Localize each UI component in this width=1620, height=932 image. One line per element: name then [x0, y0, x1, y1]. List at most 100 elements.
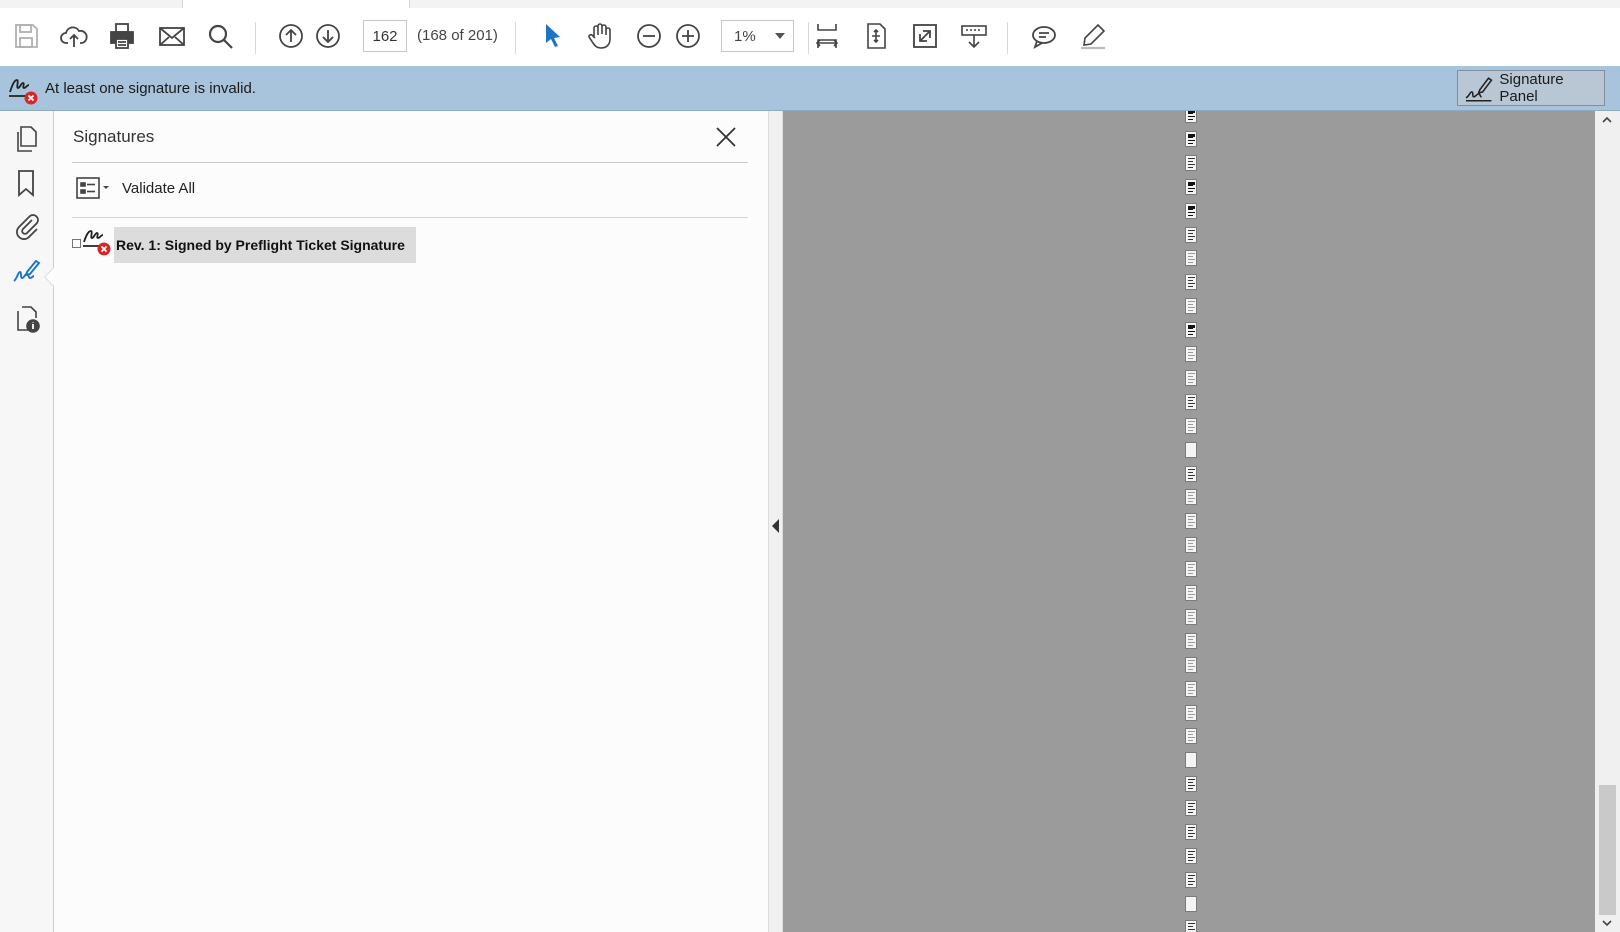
- page-thumbnail: [1185, 680, 1197, 697]
- full-screen-button[interactable]: [904, 16, 946, 56]
- cloud-upload-icon: [60, 26, 88, 47]
- page-count-label: (168 of 201): [417, 27, 498, 44]
- options-menu-icon[interactable]: [74, 174, 114, 204]
- select-cursor-icon: [546, 24, 560, 47]
- comment-icon: [1032, 26, 1056, 49]
- email-button[interactable]: [151, 16, 193, 56]
- navigation-rail: [0, 111, 54, 932]
- page-thumbnail: [1185, 776, 1197, 793]
- signature-panel-button[interactable]: Signature Panel: [1457, 70, 1605, 106]
- vertical-scrollbar[interactable]: [1595, 111, 1620, 932]
- signature-revision-label: Rev. 1: Signed by Preflight Ticket Signa…: [116, 237, 405, 253]
- page-thumbnail: [1185, 274, 1197, 291]
- print-icon: [110, 23, 134, 49]
- comment-button[interactable]: [1023, 16, 1065, 56]
- print-button[interactable]: [101, 16, 143, 56]
- validate-all-button[interactable]: Validate All: [122, 180, 195, 197]
- invalid-signature-icon: [83, 230, 111, 256]
- page-thumbnail: [1185, 608, 1197, 625]
- page-thumbnail: [1185, 871, 1197, 888]
- signatures-panel: Signatures Validate All Rev. 1: Signed b…: [54, 111, 768, 932]
- page-thumbnail: [1185, 369, 1197, 386]
- find-button[interactable]: [199, 16, 241, 56]
- search-icon: [208, 24, 233, 49]
- highlight-button[interactable]: [1072, 16, 1114, 56]
- page-thumbnails-icon: [17, 126, 37, 152]
- page-thumbnail: [1185, 489, 1197, 506]
- signature-pen-icon: [1465, 77, 1493, 102]
- highlight-pen-icon: [1081, 23, 1106, 50]
- fit-page-button[interactable]: [855, 16, 897, 56]
- scroll-up-icon[interactable]: [1601, 114, 1613, 126]
- zoom-dropdown[interactable]: 1%: [721, 20, 794, 52]
- hand-icon: [588, 23, 611, 49]
- panel-splitter[interactable]: [768, 111, 783, 932]
- read-aloud-icon: [961, 25, 987, 49]
- page-up-icon: [279, 24, 303, 48]
- fit-width-icon: [815, 24, 839, 48]
- page-thumbnail: [1185, 537, 1197, 554]
- close-icon[interactable]: [712, 123, 740, 151]
- email-icon: [159, 27, 185, 46]
- page-thumbnail: [1185, 824, 1197, 840]
- scroll-down-icon[interactable]: [1601, 917, 1613, 929]
- main-toolbar: (168 of 201) 1%: [0, 8, 1620, 67]
- toolbar-separator: [1007, 22, 1008, 54]
- attachments-icon: [16, 214, 39, 240]
- toolbar-separator: [255, 22, 256, 54]
- document-view[interactable]: [783, 111, 1595, 932]
- invalid-signature-icon: [9, 79, 38, 105]
- signatures-button[interactable]: [8, 254, 44, 290]
- next-page-button[interactable]: [307, 16, 349, 56]
- page-thumbnail: [1185, 226, 1197, 243]
- full-screen-icon: [913, 24, 937, 48]
- page-thumbnail: [1185, 728, 1197, 745]
- upload-button[interactable]: [53, 16, 95, 56]
- signature-revision-item[interactable]: Rev. 1: Signed by Preflight Ticket Signa…: [114, 227, 416, 263]
- scrollbar-thumb[interactable]: [1599, 785, 1616, 915]
- page-thumbnail: [1185, 111, 1197, 123]
- select-tool-button[interactable]: [531, 16, 573, 56]
- zoom-out-button[interactable]: [628, 16, 670, 56]
- document-info-icon: [17, 306, 40, 333]
- page-thumbnails-button[interactable]: [8, 121, 44, 157]
- signature-panel-label: Signature Panel: [1499, 71, 1564, 105]
- zoom-value: 1%: [734, 27, 756, 45]
- page-thumbnail: [1185, 632, 1197, 649]
- page-thumbnail: [1185, 895, 1197, 912]
- zoom-in-icon: [676, 24, 700, 48]
- page-number-input[interactable]: [363, 20, 407, 52]
- page-thumbnail: [1185, 346, 1197, 362]
- page-thumbnail: [1185, 202, 1197, 219]
- signature-status-message: At least one signature is invalid.: [45, 80, 256, 97]
- page-thumbnail: [1185, 800, 1197, 817]
- document-info-button[interactable]: [8, 301, 44, 337]
- page-thumbnail: [1185, 465, 1197, 482]
- page-thumbnail: [1185, 250, 1197, 267]
- save-icon: [15, 24, 38, 48]
- page-thumbnail: [1185, 704, 1197, 721]
- collapse-panel-arrow-icon[interactable]: [772, 519, 779, 533]
- fit-page-icon: [867, 23, 886, 49]
- page-down-icon: [316, 24, 340, 48]
- page-thumbnail: [1185, 585, 1197, 601]
- page-thumbnail: [1185, 154, 1197, 171]
- save-button[interactable]: [5, 16, 47, 56]
- hand-tool-button[interactable]: [579, 16, 621, 56]
- page-thumbnail: [1185, 561, 1197, 578]
- bookmarks-button[interactable]: [8, 165, 44, 201]
- page-thumbnail: [1185, 752, 1197, 769]
- chevron-down-icon: [775, 33, 785, 39]
- zoom-in-button[interactable]: [667, 16, 709, 56]
- rail-pointer: [45, 268, 54, 286]
- read-mode-button[interactable]: [953, 16, 995, 56]
- panel-divider: [72, 162, 748, 163]
- signatures-icon: [13, 259, 41, 282]
- page-thumbnail: [1185, 130, 1197, 147]
- page-thumbnail: [1185, 441, 1197, 458]
- fit-width-button[interactable]: [806, 16, 848, 56]
- attachments-button[interactable]: [8, 207, 44, 243]
- panel-title: Signatures: [73, 127, 155, 146]
- panel-divider: [72, 217, 748, 218]
- previous-page-button[interactable]: [270, 16, 312, 56]
